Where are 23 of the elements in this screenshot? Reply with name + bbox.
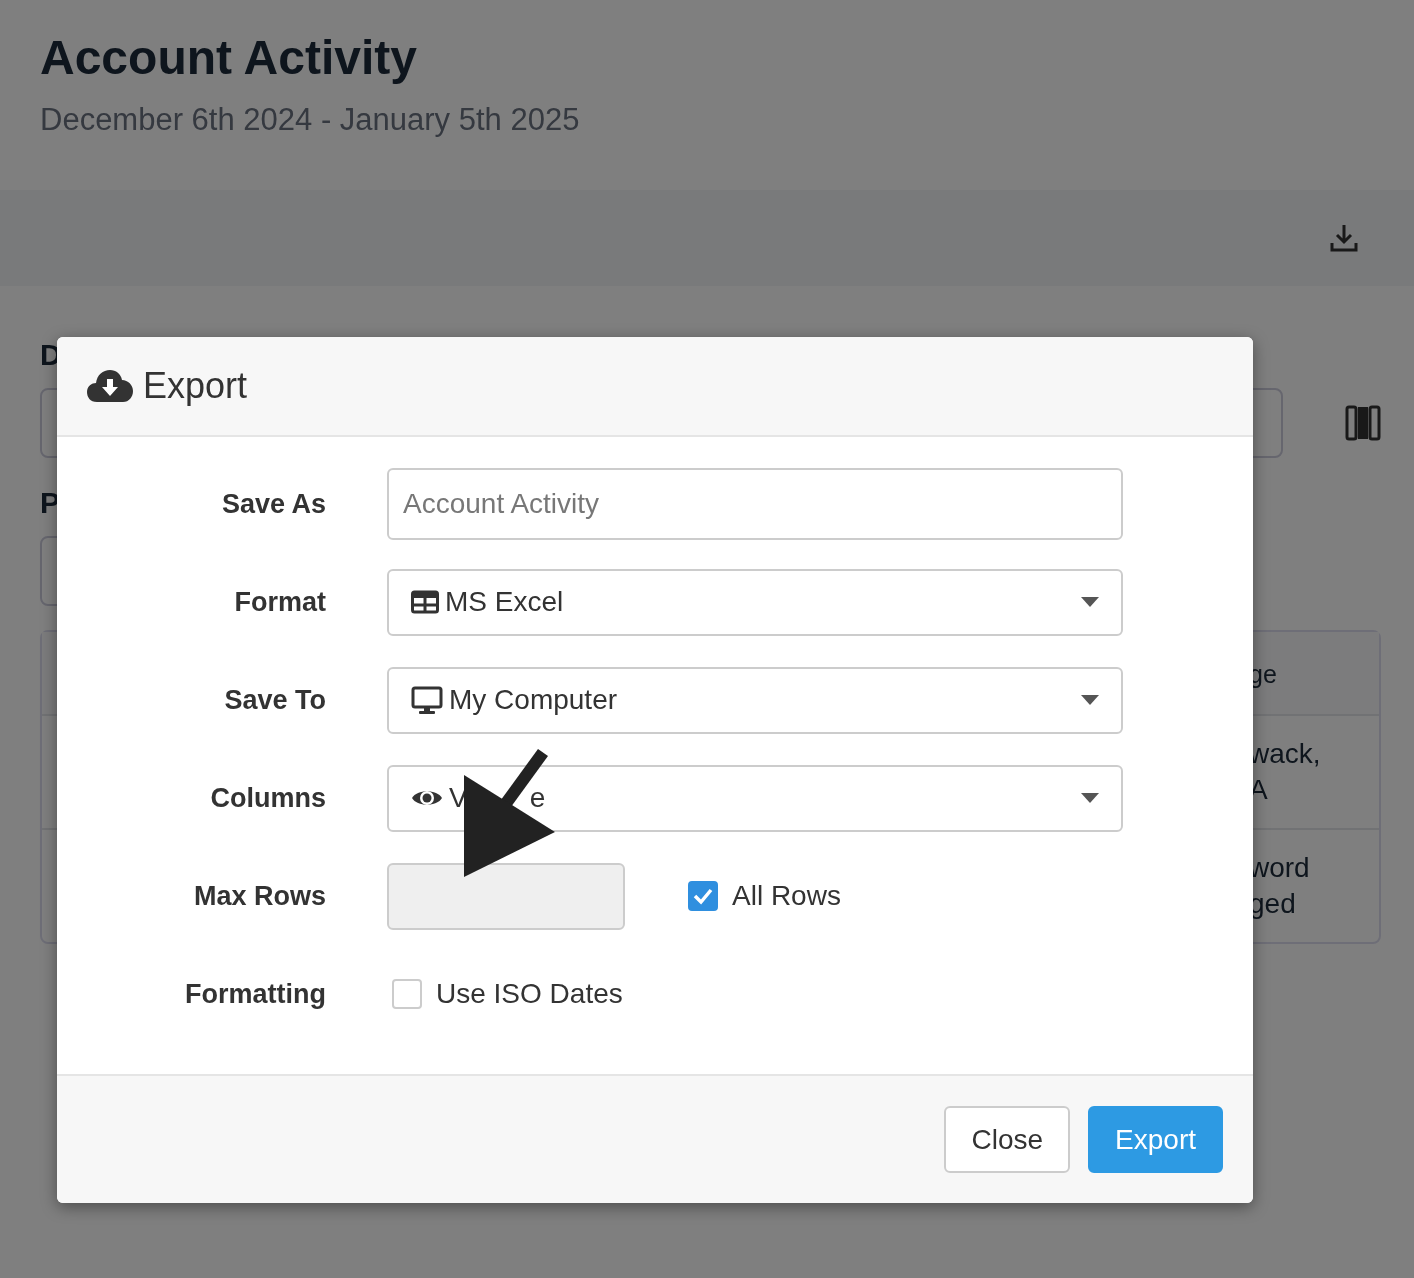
close-button[interactable]: Close	[944, 1106, 1071, 1173]
dialog-title: Export	[143, 365, 248, 407]
monitor-icon	[411, 686, 443, 714]
cloud-download-icon	[87, 369, 133, 403]
date-range: December 6th 2024 - January 5th 2025	[40, 101, 581, 139]
checkbox-label[interactable]: Use ISO Dates	[436, 978, 623, 1010]
columns-icon[interactable]	[1345, 405, 1381, 441]
download-icon[interactable]	[1329, 223, 1359, 253]
field-label: Max Rows	[192, 880, 326, 912]
table-icon	[411, 590, 439, 614]
page-title: Account Activity	[40, 30, 418, 86]
caret-icon	[1081, 793, 1099, 803]
field-label: Columns	[209, 782, 326, 814]
field-label: Save As	[220, 488, 326, 520]
checkbox[interactable]	[392, 979, 422, 1009]
caret-icon	[1081, 597, 1099, 607]
dropdown[interactable]: My Computer	[387, 666, 1123, 734]
field-label: Save To	[223, 684, 326, 716]
field-label: Formatting	[184, 978, 326, 1010]
input-field[interactable]: Account Activity	[387, 468, 1123, 540]
dropdown[interactable]: MS Excel	[387, 568, 1123, 636]
caret-icon	[1081, 695, 1099, 705]
field-label: Format	[233, 586, 326, 618]
